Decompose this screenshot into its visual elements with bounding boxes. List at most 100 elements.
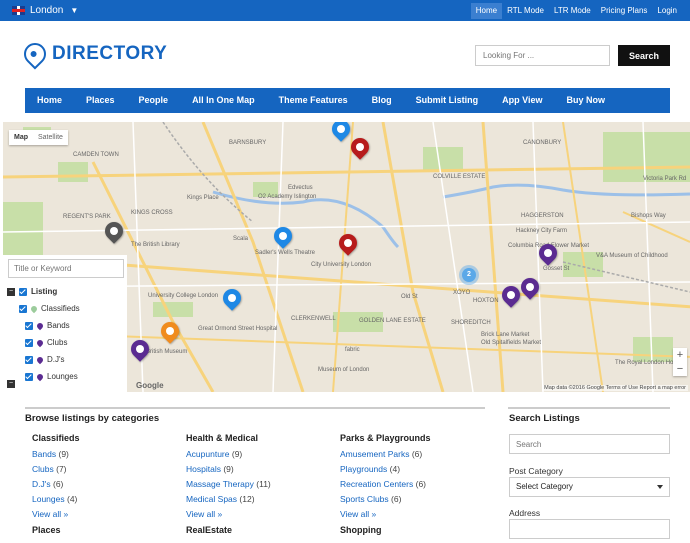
- uk-flag-icon: [12, 6, 25, 15]
- map-type-satellite[interactable]: Satellite: [33, 130, 68, 145]
- map-label: Victoria Park Rd: [643, 176, 686, 182]
- keyword-input[interactable]: [8, 259, 124, 278]
- category-link[interactable]: Medical Spas: [186, 494, 237, 504]
- category-count: (9): [223, 464, 234, 474]
- location-label: London: [30, 5, 64, 16]
- category-heading: Places: [32, 525, 61, 535]
- header-search-button[interactable]: Search: [618, 45, 670, 66]
- post-category-label: Post Category: [509, 466, 563, 476]
- map-label: Scala: [233, 236, 249, 242]
- category-count: (6): [53, 479, 64, 489]
- map-label: XOYO: [453, 290, 471, 296]
- map-label: GOLDEN LANE ESTATE: [359, 318, 426, 324]
- list-item: Hospitals (9): [186, 464, 336, 474]
- category-column-parks: Parks & Playgrounds Amusement Parks (6) …: [340, 433, 490, 519]
- map-label: The British Library: [131, 242, 180, 248]
- category-link[interactable]: Massage Therapy: [186, 479, 254, 489]
- list-item: Clubs (7): [32, 464, 182, 474]
- category-link[interactable]: Lounges: [32, 494, 65, 504]
- view-all-link[interactable]: View all »: [186, 509, 336, 519]
- category-link[interactable]: Recreation Centers: [340, 479, 413, 489]
- nav-home[interactable]: Home: [25, 88, 74, 113]
- address-input[interactable]: [509, 519, 670, 539]
- zoom-out-button[interactable]: −: [673, 362, 687, 376]
- divider: [508, 407, 670, 409]
- map-label: HOXTON: [473, 298, 499, 304]
- map-label: British Museum: [146, 349, 187, 355]
- map-label: Old Spitalfields Market: [481, 340, 541, 346]
- nav-buy-now[interactable]: Buy Now: [554, 88, 617, 113]
- map-label: Brick Lane Market: [481, 332, 530, 338]
- category-link[interactable]: Playgrounds: [340, 464, 387, 474]
- map-marker-cluster[interactable]: 2: [462, 268, 476, 282]
- header-search-input[interactable]: [475, 45, 610, 66]
- map-pin-icon: [35, 372, 45, 381]
- map-label: V&A Museum of Childhood: [596, 253, 668, 259]
- checkbox-djs[interactable]: [25, 355, 33, 364]
- category-link[interactable]: Hospitals: [186, 464, 221, 474]
- collapse-icon[interactable]: −: [7, 287, 15, 296]
- category-link[interactable]: Clubs: [32, 464, 54, 474]
- map-label: Hackney City Farm: [516, 228, 567, 234]
- top-link-rtl-mode[interactable]: RTL Mode: [502, 3, 549, 19]
- top-links: Home RTL Mode LTR Mode Pricing Plans Log…: [470, 0, 682, 21]
- list-item: Sports Clubs (6): [340, 494, 490, 504]
- category-tree: − Listing Classifieds Bands Clubs D.J's: [7, 283, 125, 385]
- nav-theme-features[interactable]: Theme Features: [267, 88, 360, 113]
- map-attribution[interactable]: Map data ©2016 Google Terms of Use Repor…: [542, 385, 688, 391]
- category-link[interactable]: D.J's: [32, 479, 51, 489]
- top-link-home[interactable]: Home: [470, 2, 503, 19]
- view-all-link[interactable]: View all »: [340, 509, 490, 519]
- map-zoom-control: + −: [673, 348, 687, 376]
- category-count: (9): [231, 449, 243, 459]
- nav-places[interactable]: Places: [74, 88, 127, 113]
- nav-blog[interactable]: Blog: [360, 88, 404, 113]
- map-label: HAGGERSTON: [521, 213, 564, 219]
- nav-submit-listing[interactable]: Submit Listing: [404, 88, 491, 113]
- list-item: Acupunture (9): [186, 449, 336, 459]
- checkbox-listing[interactable]: [19, 287, 27, 296]
- list-item: Playgrounds (4): [340, 464, 490, 474]
- map-label: Edvectus: [288, 185, 313, 191]
- category-link[interactable]: Amusement Parks: [340, 449, 409, 459]
- post-category-select[interactable]: Select Category: [509, 477, 670, 497]
- top-link-ltr-mode[interactable]: LTR Mode: [549, 3, 596, 19]
- chevron-down-icon: ▼: [70, 6, 79, 15]
- category-heading: RealEstate: [186, 525, 233, 535]
- view-all-link[interactable]: View all »: [32, 509, 182, 519]
- checkbox-classifieds[interactable]: [19, 304, 27, 313]
- map-pin-icon: [35, 321, 45, 330]
- nav-people[interactable]: People: [127, 88, 181, 113]
- nav-all-in-one-map[interactable]: All In One Map: [180, 88, 267, 113]
- map-label: University College London: [148, 293, 218, 299]
- category-count: (4): [67, 494, 78, 504]
- map-label: CANONBURY: [523, 140, 561, 146]
- checkbox-clubs[interactable]: [25, 338, 33, 347]
- zoom-in-button[interactable]: +: [673, 348, 687, 362]
- map-label: Kings Place: [187, 195, 219, 201]
- category-link[interactable]: Bands: [32, 449, 56, 459]
- location-selector[interactable]: London ▼: [12, 0, 78, 21]
- search-listings-input[interactable]: [509, 434, 670, 454]
- map-type-map[interactable]: Map: [9, 130, 33, 145]
- category-link[interactable]: Acupunture: [186, 449, 229, 459]
- checkbox-bands[interactable]: [25, 321, 33, 330]
- site-logo[interactable]: DIRECTORY: [19, 38, 167, 70]
- address-label: Address: [509, 508, 541, 518]
- map-label: Great Ormond Street Hospital: [198, 326, 277, 332]
- tree-root-label: Listing: [31, 287, 58, 296]
- map-label: CAMDEN TOWN: [73, 152, 119, 158]
- top-link-login[interactable]: Login: [652, 3, 682, 19]
- category-count: (7): [56, 464, 67, 474]
- category-link[interactable]: Sports Clubs: [340, 494, 389, 504]
- category-count: (6): [411, 449, 423, 459]
- nav-app-view[interactable]: App View: [490, 88, 554, 113]
- checkbox-lounges[interactable]: [25, 372, 33, 381]
- map-label: Old St: [401, 294, 418, 300]
- map-label: CLERKENWELL: [291, 316, 336, 322]
- category-column-health: Health & Medical Acupunture (9) Hospital…: [186, 433, 336, 519]
- collapse-icon[interactable]: −: [7, 380, 15, 388]
- search-listings-title: Search Listings: [509, 413, 580, 424]
- google-logo: Google: [136, 381, 164, 390]
- top-link-pricing-plans[interactable]: Pricing Plans: [596, 3, 653, 19]
